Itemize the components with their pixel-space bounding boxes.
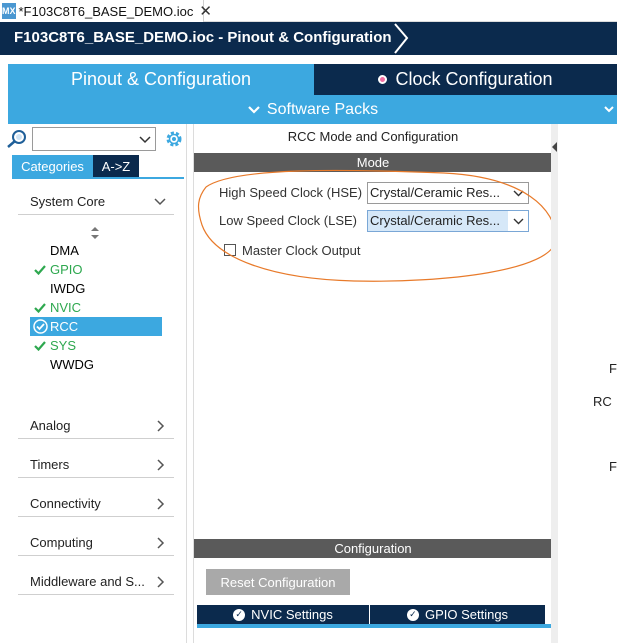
periph-nvic[interactable]: NVIC (30, 298, 162, 317)
software-packs-menu[interactable]: Software Packs (8, 95, 617, 124)
modified-dot-icon (378, 75, 388, 84)
section-computing[interactable]: Computing (18, 530, 174, 556)
breadcrumb: F103C8T6_BASE_DEMO.ioc - Pinout & Config… (0, 22, 617, 55)
periph-label: NVIC (50, 300, 82, 315)
periph-sys[interactable]: SYS (30, 336, 162, 355)
editor-tab-title: *F103C8T6_BASE_DEMO.ioc (18, 3, 194, 19)
configuration-header: Configuration (194, 539, 552, 558)
periph-dma[interactable]: DMA (30, 241, 162, 260)
periph-label: DMA (50, 243, 79, 258)
pinout-fragment: RC (593, 394, 612, 409)
editor-tab[interactable]: MX *F103C8T6_BASE_DEMO.ioc ✕ (0, 0, 212, 22)
main-tabs: Pinout & Configuration Clock Configurati… (8, 64, 617, 95)
check-icon (30, 340, 50, 351)
software-packs-label: Software Packs (266, 100, 379, 118)
panel-title: RCC Mode and Configuration (287, 129, 459, 144)
categories-panel: Categories A->Z System Core DMA GPIO IWD… (0, 124, 187, 643)
tab-underline (12, 177, 184, 179)
chevron-down-icon (248, 105, 260, 114)
section-label: Timers (30, 457, 70, 472)
tab-clock-configuration[interactable]: Clock Configuration (314, 64, 617, 95)
periph-label: WWDG (50, 357, 95, 372)
pinout-fragment: F (609, 361, 617, 376)
tab-pinout-configuration[interactable]: Pinout & Configuration (8, 64, 314, 95)
sort-icon[interactable] (90, 227, 100, 239)
search-icon[interactable] (4, 129, 32, 149)
tab-a-to-z[interactable]: A->Z (93, 155, 139, 177)
rcc-mode-panel: RCC Mode and Configuration Mode High Spe… (193, 124, 557, 643)
tab-gpio-settings[interactable]: ✓ GPIO Settings (370, 605, 545, 624)
pinout-fragment: F (609, 459, 617, 474)
collapse-arrow-icon[interactable] (552, 140, 558, 160)
panel-splitter[interactable] (551, 124, 558, 643)
tab-label: GPIO Settings (424, 607, 509, 622)
check-icon (30, 264, 50, 275)
chevron-right-icon (157, 419, 165, 432)
section-connectivity[interactable]: Connectivity (18, 491, 174, 517)
editor-tab-strip: MX *F103C8T6_BASE_DEMO.ioc ✕ (0, 0, 617, 22)
section-label: Analog (30, 418, 71, 433)
category-tabs: Categories A->Z (12, 155, 182, 177)
chevron-down-icon (604, 106, 614, 113)
chevron-right-icon (157, 458, 165, 471)
periph-label: SYS (50, 338, 77, 353)
chevron-down-icon (154, 197, 166, 205)
section-label: Computing (30, 535, 93, 550)
breadcrumb-arrow-icon (394, 23, 409, 54)
search-input[interactable] (32, 127, 156, 151)
check-circle-icon: ✓ (406, 608, 419, 621)
check-circle-icon (30, 319, 50, 334)
section-middleware[interactable]: Middleware and S... (18, 569, 174, 595)
mx-logo-icon: MX (2, 3, 16, 19)
tab-nvic-settings[interactable]: ✓ NVIC Settings (197, 605, 369, 624)
section-label: System Core (30, 194, 106, 209)
chevron-right-icon (157, 536, 165, 549)
periph-iwdg[interactable]: IWDG (30, 279, 162, 298)
search-row (4, 127, 184, 151)
chevron-right-icon (157, 575, 165, 588)
section-analog[interactable]: Analog (18, 413, 174, 439)
chevron-right-icon (157, 497, 165, 510)
tab-categories[interactable]: Categories (12, 155, 93, 177)
section-label: Connectivity (30, 496, 101, 511)
close-icon[interactable]: ✕ (199, 2, 212, 20)
section-system-core[interactable]: System Core (18, 189, 174, 215)
periph-label: RCC (50, 319, 79, 334)
check-circle-icon: ✓ (233, 608, 246, 621)
breadcrumb-label[interactable]: F103C8T6_BASE_DEMO.ioc - Pinout & Config… (14, 29, 392, 46)
check-icon (30, 302, 50, 313)
periph-gpio[interactable]: GPIO (30, 260, 162, 279)
periph-rcc[interactable]: RCC (30, 317, 162, 336)
gear-icon[interactable] (164, 129, 184, 149)
annotation-ellipse (197, 169, 557, 282)
periph-label: IWDG (50, 281, 86, 296)
chevron-down-icon (139, 136, 151, 144)
section-timers[interactable]: Timers (18, 452, 174, 478)
settings-tab-underline (197, 624, 552, 628)
reset-configuration-button[interactable]: Reset Configuration (206, 569, 350, 595)
tab-clock-label: Clock Configuration (395, 69, 553, 89)
tab-label: NVIC Settings (251, 607, 333, 622)
section-label: Middleware and S... (30, 574, 145, 589)
periph-label: GPIO (50, 262, 83, 277)
periph-wwdg[interactable]: WWDG (30, 355, 162, 374)
